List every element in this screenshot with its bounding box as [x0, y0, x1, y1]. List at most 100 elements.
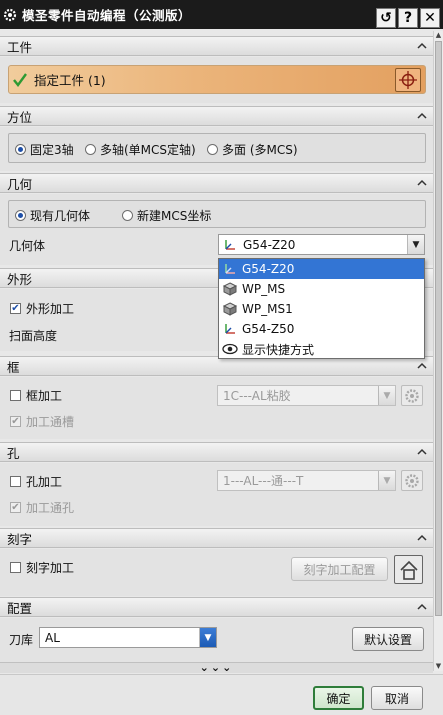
section-title: 框 [7, 359, 20, 375]
tool-library-select[interactable]: AL ▼ [39, 627, 217, 648]
close-icon: ✕ [424, 10, 436, 26]
checkbox[interactable] [10, 390, 21, 401]
radio-label: 固定3轴 [30, 143, 74, 157]
dropdown-item[interactable]: G54-Z50 [219, 319, 424, 339]
home-button[interactable] [394, 555, 423, 584]
radio-button[interactable] [207, 144, 218, 155]
button-label: 默认设置 [363, 632, 412, 647]
specify-workpiece-label: 指定工件 (1) [34, 73, 106, 88]
hole-config-select: 1---AL---通---T ▼ [217, 470, 396, 491]
window-title: 模圣零件自动编程（公测版） [22, 8, 192, 23]
scroll-up-icon[interactable]: ▲ [434, 31, 443, 40]
dropdown-arrow-icon[interactable]: ▼ [199, 628, 216, 647]
dropdown-item[interactable]: WP_MS1 [219, 299, 424, 319]
section-header-engrave[interactable]: 刻字 [0, 528, 433, 548]
section-title: 工件 [7, 39, 33, 55]
section-title: 孔 [7, 445, 20, 461]
checkbox[interactable] [10, 562, 21, 573]
select-workpiece-button[interactable] [395, 68, 421, 92]
checkbox-label: 加工通孔 [26, 501, 75, 515]
radio-label: 多轴(单MCS定轴) [100, 143, 196, 157]
chevron-up-icon [417, 112, 427, 119]
radio-button[interactable] [15, 210, 26, 221]
help-button[interactable]: ? [398, 8, 418, 28]
close-button[interactable]: ✕ [420, 8, 440, 28]
button-label: 取消 [384, 691, 409, 706]
dropdown-arrow-icon: ▼ [378, 386, 395, 405]
section-title: 外形 [7, 271, 33, 287]
checkbox-through-slot: ✔ 加工通槽 [10, 413, 74, 430]
dropdown-item-label: WP_MS1 [242, 302, 293, 316]
section-header-workpiece[interactable]: 工件 [0, 36, 433, 56]
reset-button[interactable]: ↺ [376, 8, 396, 28]
checkbox-label: 框加工 [26, 389, 63, 403]
hole-config-value: 1---AL---通---T [223, 474, 304, 488]
cancel-button[interactable]: 取消 [371, 686, 423, 710]
gear-icon [3, 8, 17, 21]
checkbox-label: 外形加工 [26, 302, 75, 316]
dropdown-item[interactable]: G54-Z20 [219, 259, 424, 279]
checkbox-profile-machining[interactable]: ✔ 外形加工 [10, 300, 74, 317]
checkbox-through-hole: ✔ 加工通孔 [10, 499, 74, 516]
radio-new-mcs[interactable]: 新建MCS坐标 [122, 207, 211, 224]
checkbox-frame-machining[interactable]: 框加工 [10, 387, 62, 404]
checkbox[interactable]: ✔ [10, 303, 21, 314]
radio-button[interactable] [15, 144, 26, 155]
section-header-config[interactable]: 配置 [0, 597, 433, 617]
checkbox[interactable] [10, 476, 21, 487]
dropdown-item[interactable]: 显示快捷方式 [219, 339, 424, 359]
default-settings-button[interactable]: 默认设置 [352, 627, 424, 651]
geometry-label: 几何体 [9, 239, 46, 253]
coordinate-axis-icon [225, 239, 235, 250]
radio-label: 新建MCS坐标 [137, 209, 212, 223]
checkbox: ✔ [10, 501, 21, 513]
section-header-hole[interactable]: 孔 [0, 442, 433, 462]
chevron-down-icon: ⌄⌄⌄ [199, 661, 234, 674]
dropdown-item-label: G54-Z20 [242, 262, 295, 276]
dropdown-item-label: 显示快捷方式 [242, 342, 315, 357]
section-header-frame[interactable]: 框 [0, 356, 433, 376]
geometry-select[interactable]: G54-Z20 ▼ [218, 234, 425, 255]
help-icon: ? [403, 10, 413, 26]
gear-icon [405, 473, 419, 488]
checkbox-engrave[interactable]: 刻字加工 [10, 559, 74, 576]
radio-label: 现有几何体 [30, 209, 91, 223]
gear-icon [405, 388, 419, 403]
frame-settings-button [401, 385, 423, 406]
dropdown-item[interactable]: WP_MS [219, 279, 424, 299]
tool-library-value: AL [45, 630, 60, 645]
section-title: 几何 [7, 176, 33, 192]
coordinate-axis-icon [222, 261, 238, 277]
expand-more-indicator[interactable]: ⌄⌄⌄ [0, 662, 433, 673]
vertical-scrollbar[interactable]: ▲ ▼ [433, 31, 443, 671]
radio-fixed-3axis[interactable]: 固定3轴 [15, 141, 74, 158]
crosshair-icon [399, 71, 417, 89]
coordinate-axis-icon [222, 321, 238, 337]
checkbox-hole-machining[interactable]: 孔加工 [10, 473, 62, 490]
button-label: 刻字加工配置 [303, 562, 376, 577]
scroll-down-icon[interactable]: ▼ [434, 662, 443, 671]
scrollbar-thumb[interactable] [435, 41, 442, 616]
chevron-up-icon [417, 42, 427, 49]
radio-button[interactable] [85, 144, 96, 155]
section-header-orientation[interactable]: 方位 [0, 106, 433, 126]
chevron-up-icon [417, 179, 427, 186]
chevron-up-icon [417, 534, 427, 541]
chevron-up-icon [417, 362, 427, 369]
engrave-config-button: 刻字加工配置 [291, 557, 388, 581]
checkbox-label: 加工通槽 [26, 415, 75, 429]
radio-button[interactable] [122, 210, 133, 221]
radio-multi-face[interactable]: 多面 (多MCS) [207, 141, 298, 158]
radio-existing-geometry[interactable]: 现有几何体 [15, 207, 90, 224]
geometry-select-value: G54-Z20 [243, 237, 296, 252]
section-header-geometry[interactable]: 几何 [0, 173, 433, 193]
dropdown-arrow-icon: ▼ [378, 471, 395, 490]
reset-icon: ↺ [380, 10, 392, 26]
specify-workpiece-row[interactable]: 指定工件 (1) [8, 65, 426, 94]
section-title: 方位 [7, 109, 33, 125]
checkbox: ✔ [10, 415, 21, 427]
dropdown-arrow-icon[interactable]: ▼ [407, 235, 424, 254]
workpiece-cube-icon [222, 281, 238, 297]
ok-button[interactable]: 确定 [313, 686, 364, 710]
radio-multi-axis[interactable]: 多轴(单MCS定轴) [85, 141, 196, 158]
